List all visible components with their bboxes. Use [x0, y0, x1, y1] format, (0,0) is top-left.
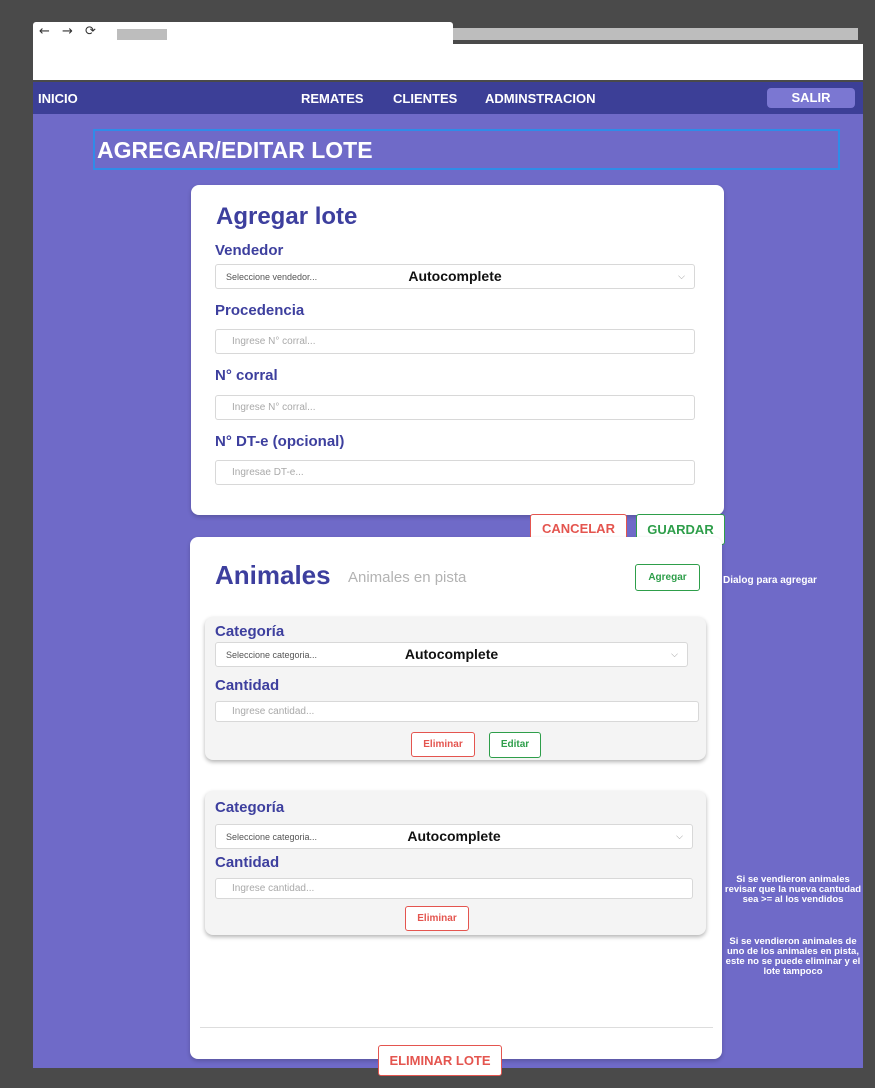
delete-lote-button[interactable]: ELIMINAR LOTE — [378, 1045, 502, 1076]
vendedor-select[interactable]: Seleccione vendedor... Autocomplete ⌵ — [215, 264, 695, 289]
address-bar[interactable] — [33, 44, 863, 80]
animal-item: Categoría Seleccione categoria... Autoco… — [205, 791, 706, 935]
corral-label: N° corral — [215, 367, 278, 384]
animal-item: Categoría Seleccione categoria... Autoco… — [205, 617, 706, 760]
chevron-down-icon: ⌵ — [671, 649, 678, 659]
nav-item-clientes[interactable]: CLIENTES — [393, 91, 457, 106]
tab-title-placeholder — [117, 29, 167, 40]
nav-item-inicio[interactable]: INICIO — [38, 91, 78, 106]
app-container: INICIO REMATES CLIENTES ADMINSTRACION SA… — [33, 82, 863, 1076]
edit-animal-button[interactable]: Editar — [489, 732, 541, 758]
animales-subtitle: Animales en pista — [348, 569, 467, 586]
browser-chrome: ← → ⟳ — [33, 22, 863, 80]
lote-form-title: Agregar lote — [216, 203, 358, 230]
top-navigation: INICIO REMATES CLIENTES ADMINSTRACION SA… — [33, 82, 863, 114]
autocomplete-annotation: Autocomplete — [408, 268, 502, 284]
categoria-select[interactable]: Seleccione categoria... Autocomplete ⌵ — [215, 824, 693, 849]
corral-input[interactable]: Ingrese N° corral... — [215, 395, 695, 420]
animales-title: Animales — [215, 560, 331, 590]
divider — [200, 1027, 713, 1028]
autocomplete-annotation: Autocomplete — [407, 828, 501, 844]
browser-tab[interactable]: ← → ⟳ — [33, 22, 453, 44]
categoria-select[interactable]: Seleccione categoria... Autocomplete ⌵ — [215, 642, 688, 667]
autocomplete-annotation: Autocomplete — [404, 646, 499, 662]
cantidad-input[interactable]: Ingrese cantidad... — [215, 878, 693, 899]
lote-form-card: Agregar lote Vendedor Seleccione vendedo… — [191, 185, 724, 515]
page-title: AGREGAR/EDITAR LOTE — [97, 137, 373, 163]
note-dialog: Dialog para agregar — [723, 575, 817, 586]
add-animal-button[interactable]: Agregar — [635, 564, 700, 591]
dte-input[interactable]: Ingresae DT-e... — [215, 460, 695, 485]
categoria-label: Categoría — [215, 799, 285, 816]
delete-animal-button[interactable]: Eliminar — [405, 906, 469, 931]
salir-button[interactable]: SALIR — [767, 88, 855, 108]
cantidad-label: Cantidad — [215, 854, 280, 871]
tab-strip — [453, 28, 858, 40]
procedencia-input[interactable]: Ingrese N° corral... — [215, 329, 695, 354]
note-eliminar: Si se vendieron animales de uno de los a… — [725, 936, 861, 977]
chevron-down-icon: ⌵ — [678, 271, 685, 281]
animales-card: Animales Animales en pista Agregar Categ… — [190, 537, 722, 1076]
page-title-container: AGREGAR/EDITAR LOTE — [93, 129, 840, 170]
categoria-label: Categoría — [215, 623, 285, 640]
browser-nav-icons[interactable]: ← → ⟳ — [39, 24, 100, 39]
nav-item-administracion[interactable]: ADMINSTRACION — [485, 91, 596, 106]
delete-animal-button[interactable]: Eliminar — [411, 732, 475, 757]
dte-label: N° DT-e (opcional) — [215, 433, 345, 450]
procedencia-label: Procedencia — [215, 302, 305, 319]
vendedor-label: Vendedor — [215, 242, 284, 259]
cantidad-label: Cantidad — [215, 677, 280, 694]
note-cantidad: Si se vendieron animales revisar que la … — [724, 874, 862, 905]
chevron-down-icon: ⌵ — [676, 831, 683, 841]
nav-item-remates[interactable]: REMATES — [301, 91, 364, 106]
cantidad-input[interactable]: Ingrese cantidad... — [215, 701, 699, 722]
